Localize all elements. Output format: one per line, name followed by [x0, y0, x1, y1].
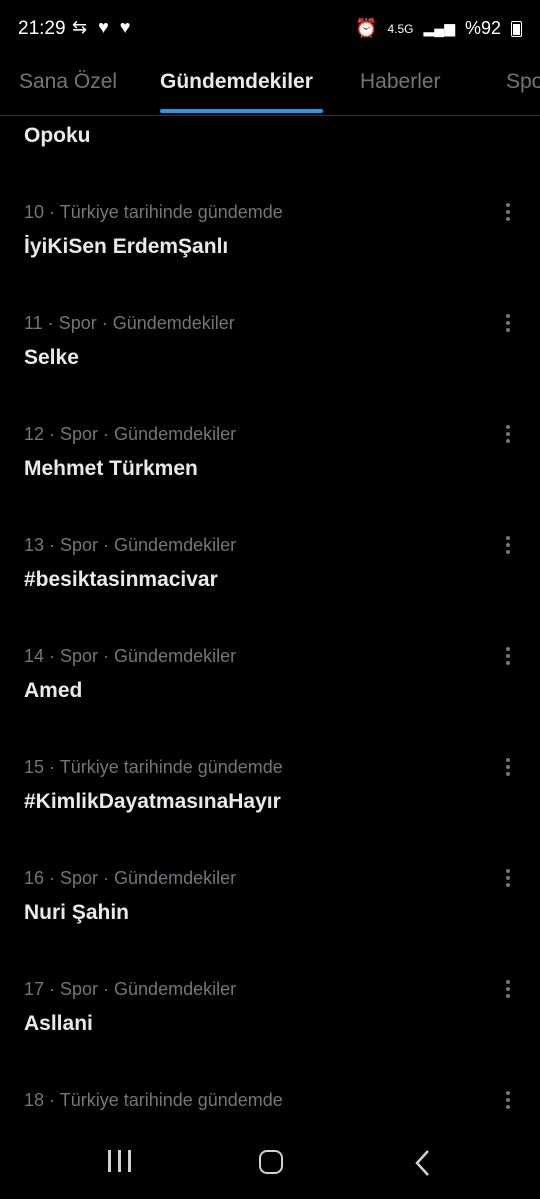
more-options-icon[interactable] [498, 644, 518, 668]
trend-meta: 15 · Türkiye tarihinde gündemde [24, 757, 283, 777]
trend-meta: 11 · Spor · Gündemdekiler [24, 313, 235, 333]
battery-icon [511, 20, 522, 37]
more-options-icon[interactable] [498, 755, 518, 779]
trend-meta: 10 · Türkiye tarihinde gündemde [24, 202, 283, 222]
status-time: 21:29 [18, 18, 66, 39]
trend-item[interactable]: 10 · Türkiye tarihinde gündemde İyiKiSen… [0, 202, 540, 313]
trend-item[interactable]: 18 · Türkiye tarihinde gündemde [0, 1090, 540, 1128]
tab-spor[interactable]: Spo [506, 70, 540, 94]
trend-item[interactable]: 15 · Türkiye tarihinde gündemde #KimlikD… [0, 757, 540, 868]
trend-title: #besiktasinmacivar [24, 568, 218, 591]
trend-title: Amed [24, 679, 83, 702]
more-options-icon[interactable] [498, 1088, 518, 1112]
tab-sana-ozel[interactable]: Sana Özel [19, 70, 117, 94]
network-indicator: 4.5G [387, 21, 414, 36]
active-tab-indicator [160, 109, 323, 113]
battery-percent: %92 [464, 18, 501, 38]
status-bar: 21:29 ⇆ ♥ ♥ ⏰ 4.5G ▂▄▆ %92 [0, 0, 540, 60]
system-navigation-bar [0, 1128, 540, 1199]
tab-haberler[interactable]: Haberler [360, 70, 441, 94]
trend-title: #KimlikDayatmasınaHayır [24, 790, 281, 813]
tab-gundemdekiler[interactable]: Gündemdekiler [160, 70, 313, 94]
trend-item[interactable]: 17 · Spor · Gündemdekiler Asllani [0, 979, 540, 1090]
trend-meta: 14 · Spor · Gündemdekiler [24, 646, 237, 666]
more-options-icon[interactable] [498, 311, 518, 335]
back-icon[interactable] [402, 1146, 442, 1180]
trend-meta: 17 · Spor · Gündemdekiler [24, 979, 237, 999]
status-right: ⏰ 4.5G ▂▄▆ %92 [355, 18, 522, 39]
more-options-icon[interactable] [498, 533, 518, 557]
trend-title: İyiKiSen ErdemŞanlı [24, 235, 229, 258]
trend-item[interactable]: 13 · Spor · Gündemdekiler #besiktasinmac… [0, 535, 540, 646]
trend-title: Mehmet Türkmen [24, 457, 198, 480]
trend-meta: 16 · Spor · Gündemdekiler [24, 868, 237, 888]
notification-icons: ⇆ ♥ ♥ [72, 17, 134, 37]
trends-feed: Opoku 10 · Türkiye tarihinde gündemde İy… [0, 116, 540, 1128]
trend-meta: 13 · Spor · Gündemdekiler [24, 535, 237, 555]
trend-meta: 18 · Türkiye tarihinde gündemde [24, 1090, 283, 1110]
trend-item[interactable]: 12 · Spor · Gündemdekiler Mehmet Türkmen [0, 424, 540, 535]
alarm-icon: ⏰ [355, 18, 378, 38]
more-options-icon[interactable] [498, 977, 518, 1001]
trend-item[interactable]: 11 · Spor · Gündemdekiler Selke [0, 313, 540, 424]
trend-title-partial[interactable]: Opoku [24, 124, 91, 148]
trend-title: Selke [24, 346, 79, 369]
trend-meta: 12 · Spor · Gündemdekiler [24, 424, 237, 444]
trend-item[interactable]: 16 · Spor · Gündemdekiler Nuri Şahin [0, 868, 540, 979]
recent-apps-icon[interactable] [100, 1146, 140, 1180]
trend-item[interactable]: 14 · Spor · Gündemdekiler Amed [0, 646, 540, 757]
signal-icon: ▂▄▆ [423, 20, 455, 36]
more-options-icon[interactable] [498, 866, 518, 890]
more-options-icon[interactable] [498, 200, 518, 224]
trend-title: Nuri Şahin [24, 901, 130, 924]
home-icon[interactable] [250, 1146, 290, 1180]
more-options-icon[interactable] [498, 422, 518, 446]
tab-bar: Sana Özel Gündemdekiler Haberler Spo [0, 60, 540, 116]
trend-title: Asllani [24, 1012, 93, 1035]
